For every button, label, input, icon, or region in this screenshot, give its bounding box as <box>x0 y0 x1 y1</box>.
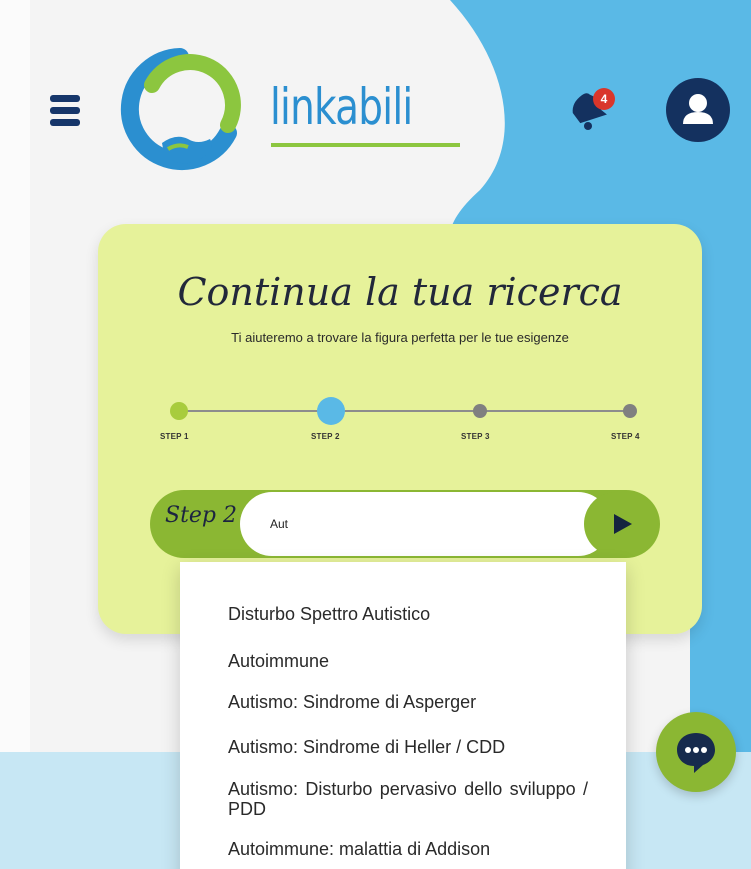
card-subtitle: Ti aiuteremo a trovare la figura perfett… <box>231 330 569 345</box>
step-1-dot <box>170 402 188 420</box>
chat-bubble-icon <box>677 733 715 773</box>
suggestion-item[interactable]: Autoimmune <box>228 651 588 671</box>
logo-icon <box>120 48 241 170</box>
play-icon <box>614 514 632 534</box>
chat-button[interactable] <box>656 712 736 792</box>
next-button[interactable] <box>584 492 658 556</box>
step-1-label: STEP 1 <box>160 432 189 441</box>
step-2-label: STEP 2 <box>311 432 340 441</box>
step-2-dot <box>317 397 345 425</box>
suggestion-item[interactable]: Autismo: Disturbo pervasivo dello svilup… <box>228 779 588 819</box>
logo-underline <box>271 143 460 147</box>
suggestion-item[interactable]: Disturbo Spettro Autistico <box>228 604 588 624</box>
steps-progress-line <box>178 410 630 412</box>
page: linkabili 4 Continua la tua ricerca Ti a… <box>0 0 751 869</box>
step-4-dot <box>623 404 637 418</box>
suggestion-item[interactable]: Autismo: Sindrome di Heller / CDD <box>228 737 588 757</box>
user-avatar-button[interactable] <box>666 78 730 142</box>
step-3-label: STEP 3 <box>461 432 490 441</box>
step-tag: Step 2 <box>165 503 238 528</box>
suggestion-item[interactable]: Autismo: Sindrome di Asperger <box>228 692 588 712</box>
logo-text: linkabili <box>270 78 413 136</box>
user-icon <box>683 94 713 124</box>
step-4-label: STEP 4 <box>611 432 640 441</box>
search-input[interactable] <box>240 492 610 556</box>
hamburger-menu-icon[interactable] <box>50 95 80 129</box>
card-title: Continua la tua ricerca <box>177 270 623 314</box>
suggestion-item[interactable]: Autoimmune: malattia di Addison <box>228 839 588 859</box>
notification-badge: 4 <box>593 88 615 110</box>
step-3-dot <box>473 404 487 418</box>
